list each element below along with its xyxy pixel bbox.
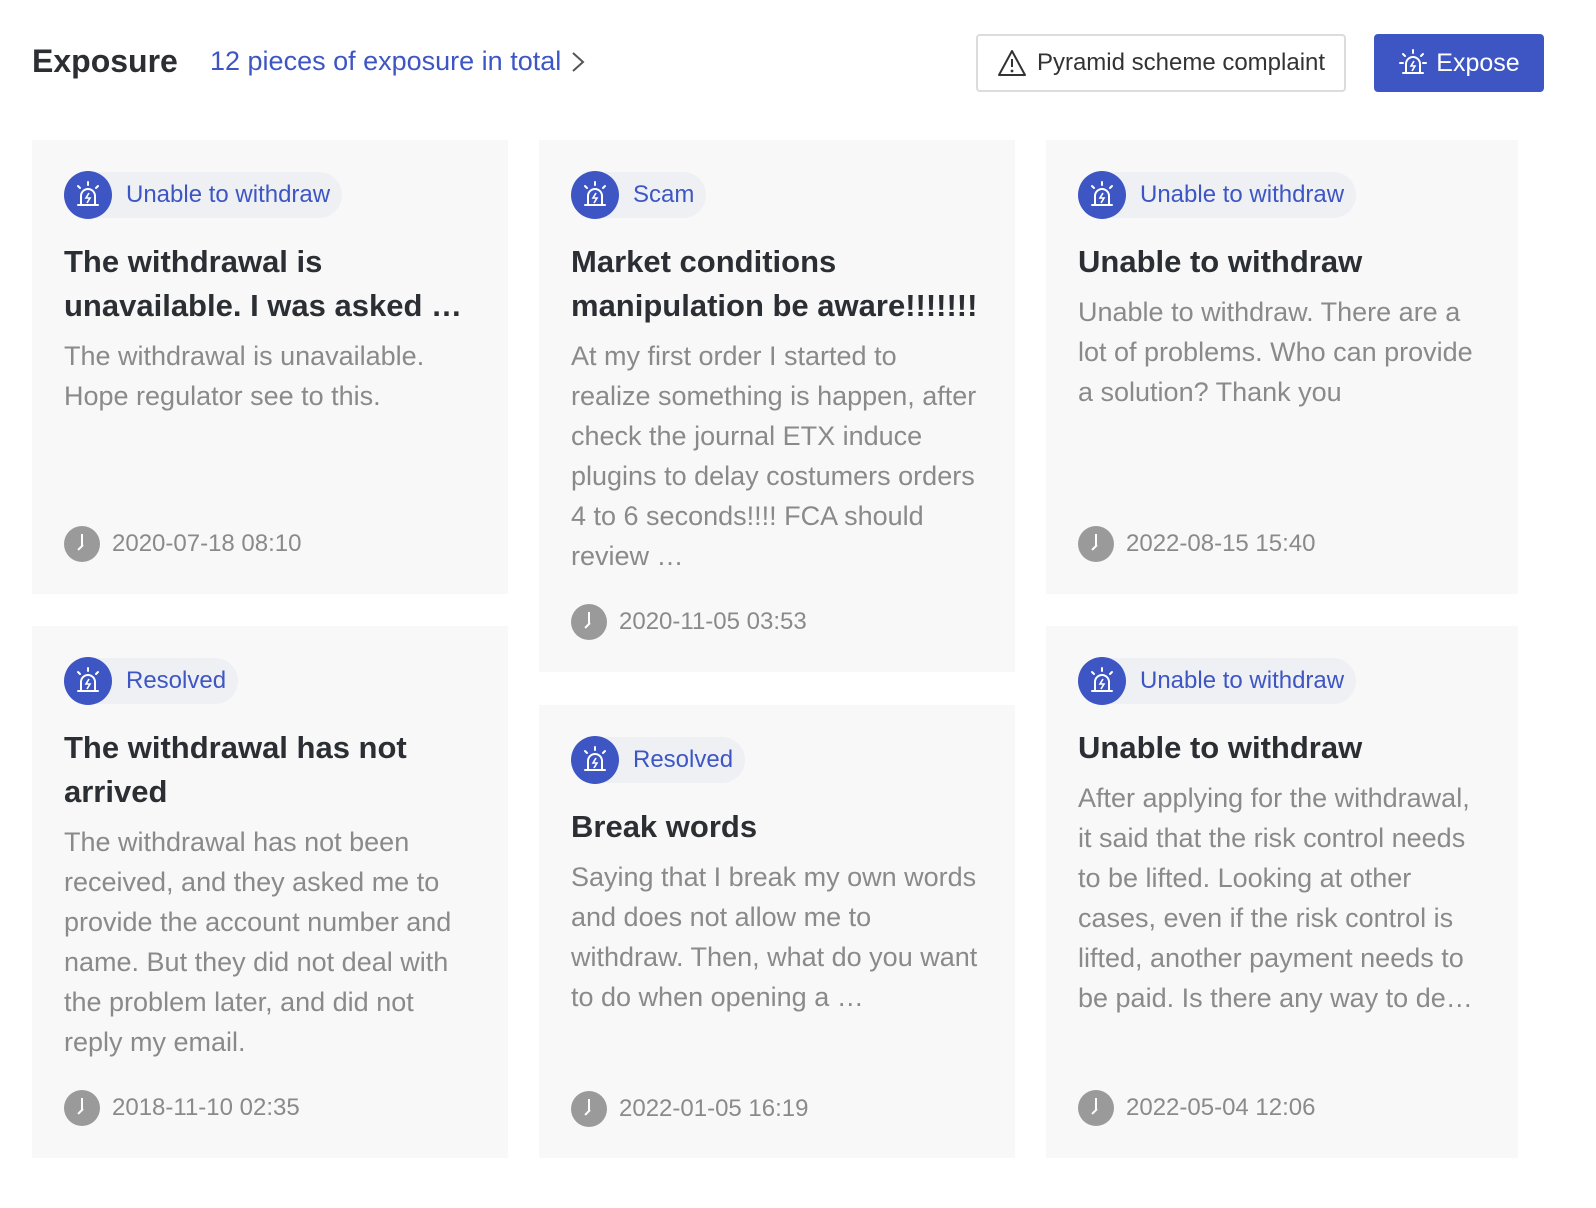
pyramid-scheme-complaint-button[interactable]: Pyramid scheme complaint xyxy=(976,34,1346,92)
card-body: At my first order I started to realize s… xyxy=(571,341,977,571)
card-body: The withdrawal has not been received, an… xyxy=(64,827,452,1057)
card-body: The withdrawal is unavailable. Hope regu… xyxy=(64,341,425,411)
card-timestamp: 2022-08-15 15:40 xyxy=(1078,526,1316,562)
clock-icon xyxy=(571,604,607,640)
page-header: Exposure 12 pieces of exposure in total … xyxy=(32,30,1544,94)
tag-label: Unable to withdraw xyxy=(126,181,331,208)
alarm-siren-icon xyxy=(1399,49,1428,74)
alarm-siren-icon xyxy=(64,171,112,219)
card-timestamp: 2022-05-04 12:06 xyxy=(1078,1090,1316,1126)
timestamp-text: 2018-11-10 02:35 xyxy=(112,1094,300,1121)
clock-icon xyxy=(1078,1090,1114,1126)
card-timestamp: 2020-07-18 08:10 xyxy=(64,526,302,562)
warning-triangle-icon xyxy=(997,50,1026,76)
chevron-right-icon xyxy=(572,51,585,72)
exposure-card[interactable]: Resolved Break words Saying that I break… xyxy=(539,705,1015,1158)
card-title: Unable to withdraw xyxy=(1078,244,1363,279)
card-body: Unable to withdraw. There are a lot of p… xyxy=(1078,297,1473,407)
exposure-card[interactable]: Scam Market conditions manipulation be a… xyxy=(539,140,1015,672)
alarm-siren-icon xyxy=(571,171,619,219)
alarm-siren-icon xyxy=(64,657,112,705)
alarm-siren-icon xyxy=(1078,657,1126,705)
tag-label: Scam xyxy=(633,181,695,208)
card-title: Unable to withdraw xyxy=(1078,730,1363,765)
timestamp-text: 2020-11-05 03:53 xyxy=(619,608,807,635)
card-body: Saying that I break my own words and doe… xyxy=(571,862,978,1012)
exposure-card[interactable]: Unable to withdraw Unable to withdraw Un… xyxy=(1046,140,1518,594)
status-tag: Resolved xyxy=(64,657,239,705)
tag-label: Unable to withdraw xyxy=(1140,181,1345,208)
expose-button-label: Expose xyxy=(1436,48,1520,77)
total-exposure-link[interactable]: 12 pieces of exposure in total xyxy=(210,46,585,77)
expose-button[interactable]: Expose xyxy=(1374,34,1544,92)
clock-icon xyxy=(571,1091,607,1127)
timestamp-text: 2020-07-18 08:10 xyxy=(112,530,302,557)
exposure-card[interactable]: Unable to withdraw Unable to withdraw Af… xyxy=(1046,626,1518,1158)
timestamp-text: 2022-01-05 16:19 xyxy=(619,1095,809,1122)
complaint-button-label: Pyramid scheme complaint xyxy=(1036,49,1326,76)
tag-label: Resolved xyxy=(633,746,734,773)
card-body: After applying for the withdrawal, it sa… xyxy=(1078,783,1473,1013)
total-exposure-label: 12 pieces of exposure in total xyxy=(210,46,562,76)
status-tag: Unable to withdraw xyxy=(1078,657,1357,705)
page-title: Exposure xyxy=(32,43,178,79)
tag-label: Unable to withdraw xyxy=(1140,667,1345,694)
clock-icon xyxy=(64,1090,100,1126)
card-title: The withdrawal is unavailable. I was ask… xyxy=(64,244,463,323)
clock-icon xyxy=(1078,526,1114,562)
timestamp-text: 2022-05-04 12:06 xyxy=(1126,1094,1316,1121)
status-tag: Unable to withdraw xyxy=(1078,171,1357,219)
card-title: Break words xyxy=(571,809,758,844)
exposure-card[interactable]: Resolved The withdrawal has not arrived … xyxy=(32,626,508,1158)
status-tag: Resolved xyxy=(571,736,746,784)
alarm-siren-icon xyxy=(1078,171,1126,219)
card-title: The withdrawal has not arrived xyxy=(64,730,407,809)
status-tag: Scam xyxy=(571,171,707,219)
card-title: Market conditions manipulation be aware!… xyxy=(571,244,978,323)
exposure-card[interactable]: Unable to withdraw The withdrawal is una… xyxy=(32,140,508,594)
card-timestamp: 2020-11-05 03:53 xyxy=(571,604,807,640)
clock-icon xyxy=(64,526,100,562)
card-timestamp: 2018-11-10 02:35 xyxy=(64,1090,300,1126)
card-timestamp: 2022-01-05 16:19 xyxy=(571,1091,809,1127)
alarm-siren-icon xyxy=(571,736,619,784)
tag-label: Resolved xyxy=(126,667,227,694)
status-tag: Unable to withdraw xyxy=(64,171,343,219)
timestamp-text: 2022-08-15 15:40 xyxy=(1126,530,1316,557)
